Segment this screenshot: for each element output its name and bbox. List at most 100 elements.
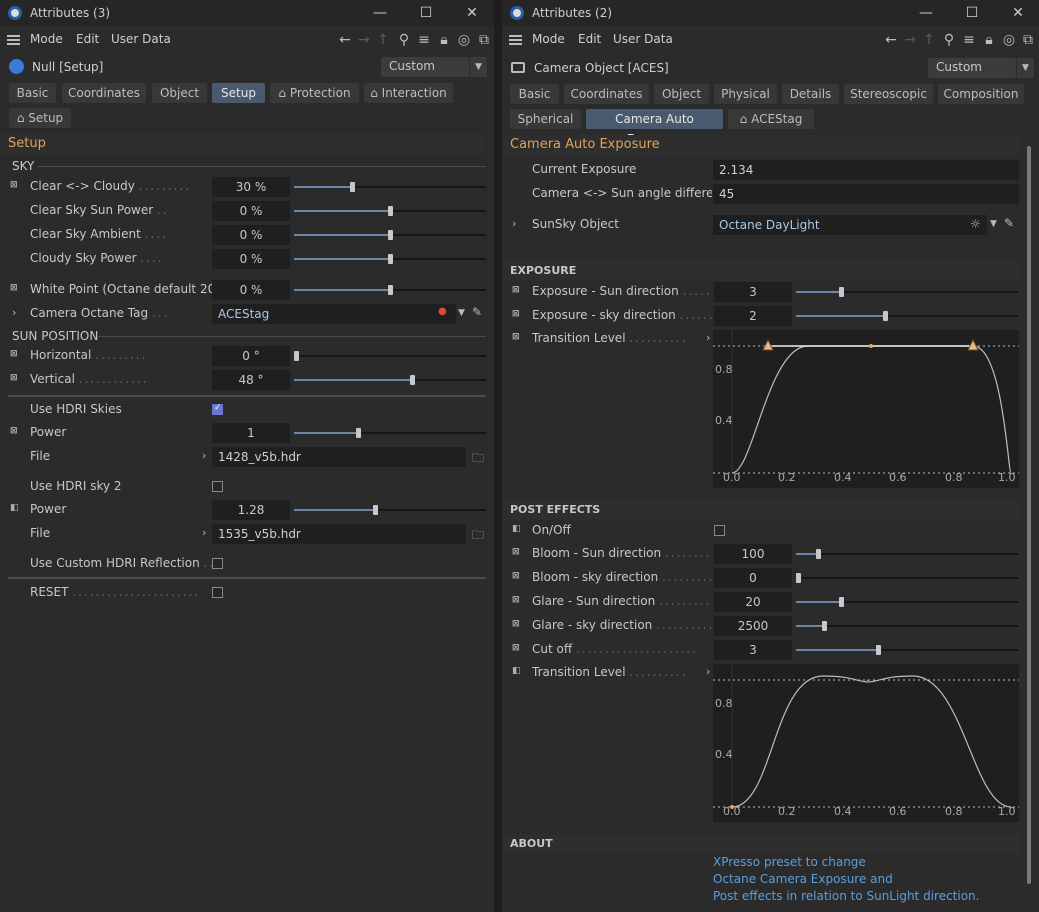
value-field[interactable]: 20 — [714, 592, 792, 612]
layout-select[interactable]: Custom — [928, 58, 1016, 78]
layout-dropdown-icon[interactable]: ▼ — [469, 57, 487, 77]
slider-knob[interactable] — [410, 375, 415, 385]
keyframe-icon[interactable]: ⊠ — [10, 180, 21, 191]
link-field[interactable]: Octane DayLight — [713, 215, 987, 235]
value-field[interactable]: 0 % — [212, 280, 290, 300]
search-icon[interactable]: ⚲ — [940, 30, 958, 50]
filter-icon[interactable]: ≡ — [960, 30, 978, 50]
value-field[interactable]: 2 — [714, 306, 792, 326]
slider[interactable] — [796, 621, 1018, 631]
slider-knob[interactable] — [883, 311, 888, 321]
slider-knob[interactable] — [816, 549, 821, 559]
keyframe-icon[interactable]: ◧ — [512, 666, 523, 677]
value-field[interactable]: 3 — [714, 282, 792, 302]
keyframe-icon[interactable]: ⊠ — [512, 332, 523, 343]
menu-mode[interactable]: Mode — [30, 32, 63, 46]
slider[interactable] — [294, 351, 486, 361]
slider-knob[interactable] — [388, 206, 393, 216]
slider[interactable] — [294, 230, 486, 240]
value-field[interactable]: 0 % — [212, 249, 290, 269]
slider-knob[interactable] — [350, 182, 355, 192]
keyframe-icon[interactable]: ⊠ — [512, 619, 523, 630]
slider[interactable] — [796, 597, 1018, 607]
tab-coordinates[interactable]: Coordinates — [62, 83, 146, 103]
tangent-handle-left[interactable] — [762, 338, 774, 351]
keyframe-icon[interactable]: ⊠ — [512, 571, 523, 582]
slider[interactable] — [294, 182, 486, 192]
folder-icon[interactable]: 🗀︎ — [472, 449, 486, 465]
file-path-field[interactable]: 1535_v5b.hdr — [212, 524, 466, 544]
back-arrow-icon[interactable]: ← — [336, 30, 354, 50]
tab-physical[interactable]: Physical — [714, 84, 777, 104]
expand-arrow-icon[interactable]: › — [706, 331, 710, 344]
forward-arrow-icon[interactable]: → — [901, 30, 919, 50]
pick-icon[interactable]: ✎ — [1004, 216, 1014, 230]
slider[interactable] — [796, 311, 1018, 321]
slider[interactable] — [294, 206, 486, 216]
tab-camera-auto-exposure[interactable]: Camera Auto Exposure — [586, 109, 723, 146]
expand-arrow-icon[interactable]: › — [512, 217, 516, 230]
tab-setup[interactable]: Setup — [212, 83, 265, 103]
checkbox[interactable] — [212, 587, 223, 598]
spline-knot[interactable] — [866, 679, 870, 683]
value-field[interactable]: 1.28 — [212, 500, 290, 520]
value-field[interactable]: 0 % — [212, 201, 290, 221]
target-icon[interactable]: ◎ — [1000, 30, 1018, 50]
checkbox[interactable] — [212, 403, 223, 415]
value-field[interactable]: 48 ° — [212, 370, 290, 390]
expand-arrow-icon[interactable]: › — [202, 449, 206, 462]
menu-user-data[interactable]: User Data — [613, 32, 673, 46]
tab-stereoscopic[interactable]: Stereoscopic — [844, 84, 933, 104]
slider-knob[interactable] — [356, 428, 361, 438]
slider[interactable] — [796, 287, 1018, 297]
keyframe-icon[interactable]: ⊠ — [10, 373, 21, 384]
up-arrow-icon[interactable]: ↑ — [374, 30, 392, 50]
checkbox[interactable] — [212, 481, 223, 492]
keyframe-icon[interactable]: ⊠ — [512, 309, 523, 320]
slider-knob[interactable] — [876, 645, 881, 655]
value-field[interactable]: 100 — [714, 544, 792, 564]
value-field[interactable]: 0 — [714, 568, 792, 588]
slider[interactable] — [294, 428, 486, 438]
slider[interactable] — [294, 285, 486, 295]
file-path-field[interactable]: 1428_v5b.hdr — [212, 447, 466, 467]
search-icon[interactable]: ⚲ — [395, 30, 413, 50]
slider-knob[interactable] — [373, 505, 378, 515]
value-field[interactable]: 2500 — [714, 616, 792, 636]
chevron-down-icon[interactable]: ▼ — [990, 219, 997, 229]
forward-arrow-icon[interactable]: → — [355, 30, 373, 50]
tab-spherical[interactable]: Spherical — [510, 109, 581, 129]
hamburger-menu-icon[interactable] — [509, 35, 522, 45]
spline-graph-post-effects[interactable]: 0.8 0.4 0.0 0.2 0.4 0.6 0.8 1.0 — [713, 664, 1019, 822]
menu-edit[interactable]: Edit — [578, 32, 601, 46]
value-field[interactable]: 1 — [212, 423, 290, 443]
keyframe-icon[interactable]: ⊠ — [512, 285, 523, 296]
slider-knob[interactable] — [294, 351, 299, 361]
back-arrow-icon[interactable]: ← — [882, 30, 900, 50]
spline-graph-exposure[interactable]: 0.8 0.4 0.0 0.2 0.4 0.6 0.8 1.0 — [713, 330, 1019, 488]
value-field[interactable]: 2.134 — [713, 160, 1019, 180]
tab-details[interactable]: Details — [782, 84, 839, 104]
slider-knob[interactable] — [839, 287, 844, 297]
maximize-button[interactable]: ☐ — [962, 3, 982, 23]
slider[interactable] — [294, 254, 486, 264]
expand-arrow-icon[interactable]: › — [12, 306, 16, 319]
slider[interactable] — [294, 375, 486, 385]
checkbox[interactable] — [714, 525, 725, 536]
slider-knob[interactable] — [822, 621, 827, 631]
layout-dropdown-icon[interactable]: ▼ — [1016, 58, 1034, 78]
tab-acestag[interactable]: ⌂ ACEStag — [728, 109, 814, 129]
close-button[interactable]: ✕ — [1008, 3, 1028, 23]
tab-coordinates[interactable]: Coordinates — [564, 84, 649, 104]
spline-knot[interactable] — [869, 344, 873, 348]
lock-icon[interactable]: 🔒︎ — [435, 30, 453, 50]
slider-knob[interactable] — [839, 597, 844, 607]
new-window-icon[interactable]: ⧉ — [475, 30, 493, 50]
slider-knob[interactable] — [796, 573, 801, 583]
value-field[interactable]: 45 — [713, 184, 1019, 204]
minimize-button[interactable]: — — [916, 3, 936, 23]
slider[interactable] — [294, 505, 486, 515]
scrollbar[interactable] — [1027, 146, 1031, 884]
expand-arrow-icon[interactable]: › — [706, 665, 710, 678]
hamburger-menu-icon[interactable] — [7, 35, 20, 45]
